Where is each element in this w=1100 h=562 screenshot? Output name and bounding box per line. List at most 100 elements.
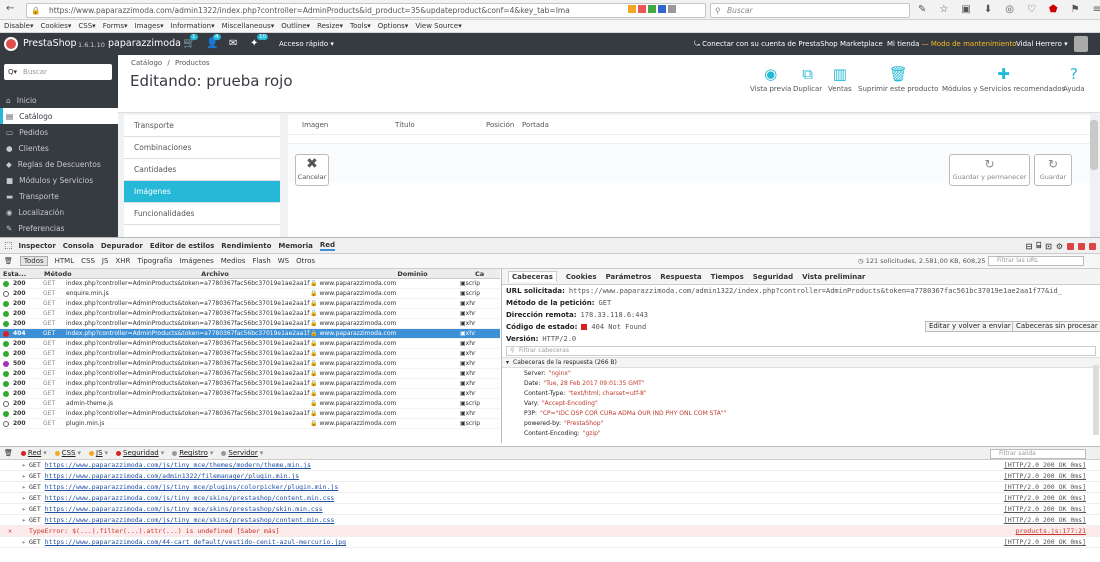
webdev-menu-item[interactable]: Information▾ [171, 22, 215, 30]
console-status[interactable]: [HTTP/2.0 200 OK 0ms] [1004, 472, 1086, 480]
type-filter[interactable]: WS [278, 257, 289, 265]
column-header[interactable]: Ca [475, 270, 495, 278]
type-filter[interactable]: JS [102, 257, 109, 265]
addon-icon[interactable] [658, 5, 666, 13]
sidebar-item[interactable]: ▬ Transporte [0, 188, 118, 204]
header-value[interactable]: "Accept-Encoding" [542, 400, 598, 407]
console-error-row[interactable]: ✕ TypeError: $(...).filter(...).attr(...) … [0, 526, 1100, 537]
response-headers-section[interactable]: ▾ Cabeceras de la respuesta (266 B) [502, 357, 1100, 368]
url-filter-input[interactable]: Filtrar las URL [988, 256, 1084, 266]
settings-icon[interactable]: ⚙ [1056, 242, 1063, 251]
header-value[interactable]: "Tue, 28 Feb 2017 09:01:35 GMT" [543, 380, 644, 387]
type-filter[interactable]: CSS [81, 257, 95, 265]
prestashop-logo-icon[interactable] [4, 37, 18, 51]
console-url[interactable]: https://www.paparazzimoda.com/js/tiny_mc… [45, 505, 323, 513]
details-tab[interactable]: Parámetros [606, 273, 652, 281]
breadcrumb-item[interactable]: Catálogo [131, 59, 162, 67]
console-log-row[interactable]: ▸ GET https://www.paparazzimoda.com/admin1… [0, 471, 1100, 482]
type-filter[interactable]: XHR [115, 257, 130, 265]
network-request-row[interactable]: 200 GET index.php?controller=AdminProducts… [0, 409, 500, 419]
webdev-menu-item[interactable]: Cookies▾ [40, 22, 71, 30]
console-url[interactable]: $(...).filter(...).attr(...) is undefine… [72, 527, 279, 535]
header-value[interactable]: "gzip" [583, 430, 601, 437]
console-status[interactable]: [HTTP/2.0 200 OK 0ms] [1004, 494, 1086, 502]
network-request-row[interactable]: 200 GET index.php?controller=AdminProducts… [0, 299, 500, 309]
webdev-menu-item[interactable]: Disable▾ [4, 22, 33, 30]
network-request-row[interactable]: 200 GET index.php?controller=AdminProducts… [0, 349, 500, 359]
tab-cantidades[interactable]: Cantidades [124, 159, 280, 181]
toolbar-button[interactable]: 🗑 Suprimir este producto [858, 65, 938, 93]
download-icon[interactable]: ⬇ [984, 4, 992, 15]
webdev-menu-item[interactable]: Forms▾ [103, 22, 128, 30]
cancel-button[interactable]: ✖ Cancelar [295, 154, 329, 186]
logo-text[interactable]: PrestaShop [23, 38, 77, 49]
quick-access-menu[interactable]: Acceso rápido ▾ [279, 40, 334, 48]
console-url[interactable]: https://www.paparazzimoda.com/js/tiny_mc… [45, 516, 335, 524]
console-filter[interactable]: Registro ▾ [172, 449, 213, 457]
header-value[interactable]: "text/html; charset=utf-8" [568, 390, 646, 397]
webdev-menu-item[interactable]: CSS▾ [78, 22, 95, 30]
raw-headers-button[interactable]: Cabeceras sin procesar [1012, 321, 1100, 332]
network-request-row[interactable]: 200 GET enquire.min.js 🔒 www.paparazzimoda.c… [0, 289, 500, 299]
breadcrumb-item[interactable]: Productos [175, 59, 210, 67]
save-button[interactable]: ↻ Guardar [1034, 154, 1072, 186]
console-filter[interactable]: Red ▾ [20, 449, 47, 457]
sidebar-item[interactable]: ▭ Pedidos [0, 124, 118, 140]
column-header[interactable]: Dominio [350, 270, 475, 278]
webdev-menu-item[interactable]: Outline▾ [281, 22, 310, 30]
sidebar-item[interactable]: ◆ Reglas de Descuentos [0, 156, 118, 172]
sidebar-search[interactable]: Q▾ Buscar [4, 64, 112, 80]
sidebar-item[interactable]: ◉ Localización [0, 204, 118, 220]
pocket-icon[interactable]: ♡ [1027, 4, 1036, 15]
webdev-menu-item[interactable]: Tools▾ [350, 22, 371, 30]
console-url[interactable]: https://www.paparazzimoda.com/js/tiny_mc… [45, 461, 311, 469]
back-icon[interactable]: ← [6, 3, 14, 14]
type-filter[interactable]: Tipografía [137, 257, 172, 265]
toolbar-button[interactable]: ? Ayuda [1063, 65, 1085, 93]
network-request-row[interactable]: 200 GET index.php?controller=AdminProducts… [0, 339, 500, 349]
column-header[interactable]: Archivo [80, 270, 350, 278]
addon-icon[interactable] [668, 5, 676, 13]
type-filter[interactable]: Medios [221, 257, 246, 265]
search-field[interactable]: ⚲ Buscar [710, 3, 910, 18]
network-request-row[interactable]: 500 GET index.php?controller=AdminProducts… [0, 359, 500, 369]
sidebar-item[interactable]: ■ Módulos y Servicios [0, 172, 118, 188]
save-and-stay-button[interactable]: ↻ Guardar y permanecer [949, 154, 1030, 186]
console-log-row[interactable]: ▸ GET https://www.paparazzimoda.com/js/tin… [0, 460, 1100, 471]
console-url[interactable]: https://www.paparazzimoda.com/js/tiny_mc… [45, 494, 335, 502]
webdev-menu-item[interactable]: Options▾ [378, 22, 409, 30]
addon-icon[interactable]: ◎ [1005, 4, 1014, 15]
ublock-icon[interactable]: ⬟ [1049, 4, 1058, 15]
mail-icon[interactable]: ✉ [229, 38, 237, 49]
console-filter-input[interactable]: Filtrar salida [990, 449, 1086, 459]
devtools-tab[interactable]: Memoria [278, 242, 312, 250]
console-filter[interactable]: CSS ▾ [54, 449, 81, 457]
console-url[interactable]: https://www.paparazzimoda.com/js/tiny_mc… [45, 483, 339, 491]
sidebar-item[interactable]: ✎ Preferencias [0, 220, 118, 236]
type-filter[interactable]: Otros [296, 257, 315, 265]
shop-name[interactable]: paparazzimoda [108, 38, 181, 49]
tab-imágenes[interactable]: Imágenes [124, 181, 280, 203]
network-request-row[interactable]: 200 GET index.php?controller=AdminProducts… [0, 379, 500, 389]
network-request-row[interactable]: 404 GET index.php?controller=AdminProducts… [0, 329, 500, 339]
console-status[interactable]: [HTTP/2.0 200 OK 0ms] [1004, 461, 1086, 469]
devtools-close-icon[interactable] [1067, 242, 1074, 250]
column-header[interactable]: Esta... [0, 270, 32, 278]
pin-icon[interactable]: ⚑ [1071, 4, 1080, 15]
console-status[interactable]: [HTTP/2.0 200 OK 0ms] [1004, 538, 1086, 546]
console-log-row[interactable]: ▸ GET https://www.paparazzimoda.com/js/tin… [0, 515, 1100, 526]
header-value[interactable]: "nginx" [549, 370, 571, 377]
network-request-row[interactable]: 200 GET index.php?controller=AdminProducts… [0, 279, 500, 289]
console-log-row[interactable]: ▸ GET https://www.paparazzimoda.com/js/tin… [0, 493, 1100, 504]
details-tab[interactable]: Cookies [566, 273, 597, 281]
devtools-tab[interactable]: Consola [63, 242, 94, 250]
sidebar-item[interactable]: ● Clientes [0, 140, 118, 156]
scrollbar[interactable] [1090, 120, 1098, 170]
url-field[interactable]: 🔒 https://www.paparazzimoda.com/admin132… [26, 3, 706, 18]
devtools-tab[interactable]: Rendimiento [221, 242, 271, 250]
details-tab[interactable]: Vista preliminar [802, 273, 865, 281]
console-status[interactable]: [HTTP/2.0 200 OK 0ms] [1004, 505, 1086, 513]
details-tab[interactable]: Seguridad [753, 273, 793, 281]
console-url[interactable]: https://www.paparazzimoda.com/44-cart_de… [45, 538, 346, 546]
inspector-picker-icon[interactable]: ⬚ [4, 241, 13, 251]
